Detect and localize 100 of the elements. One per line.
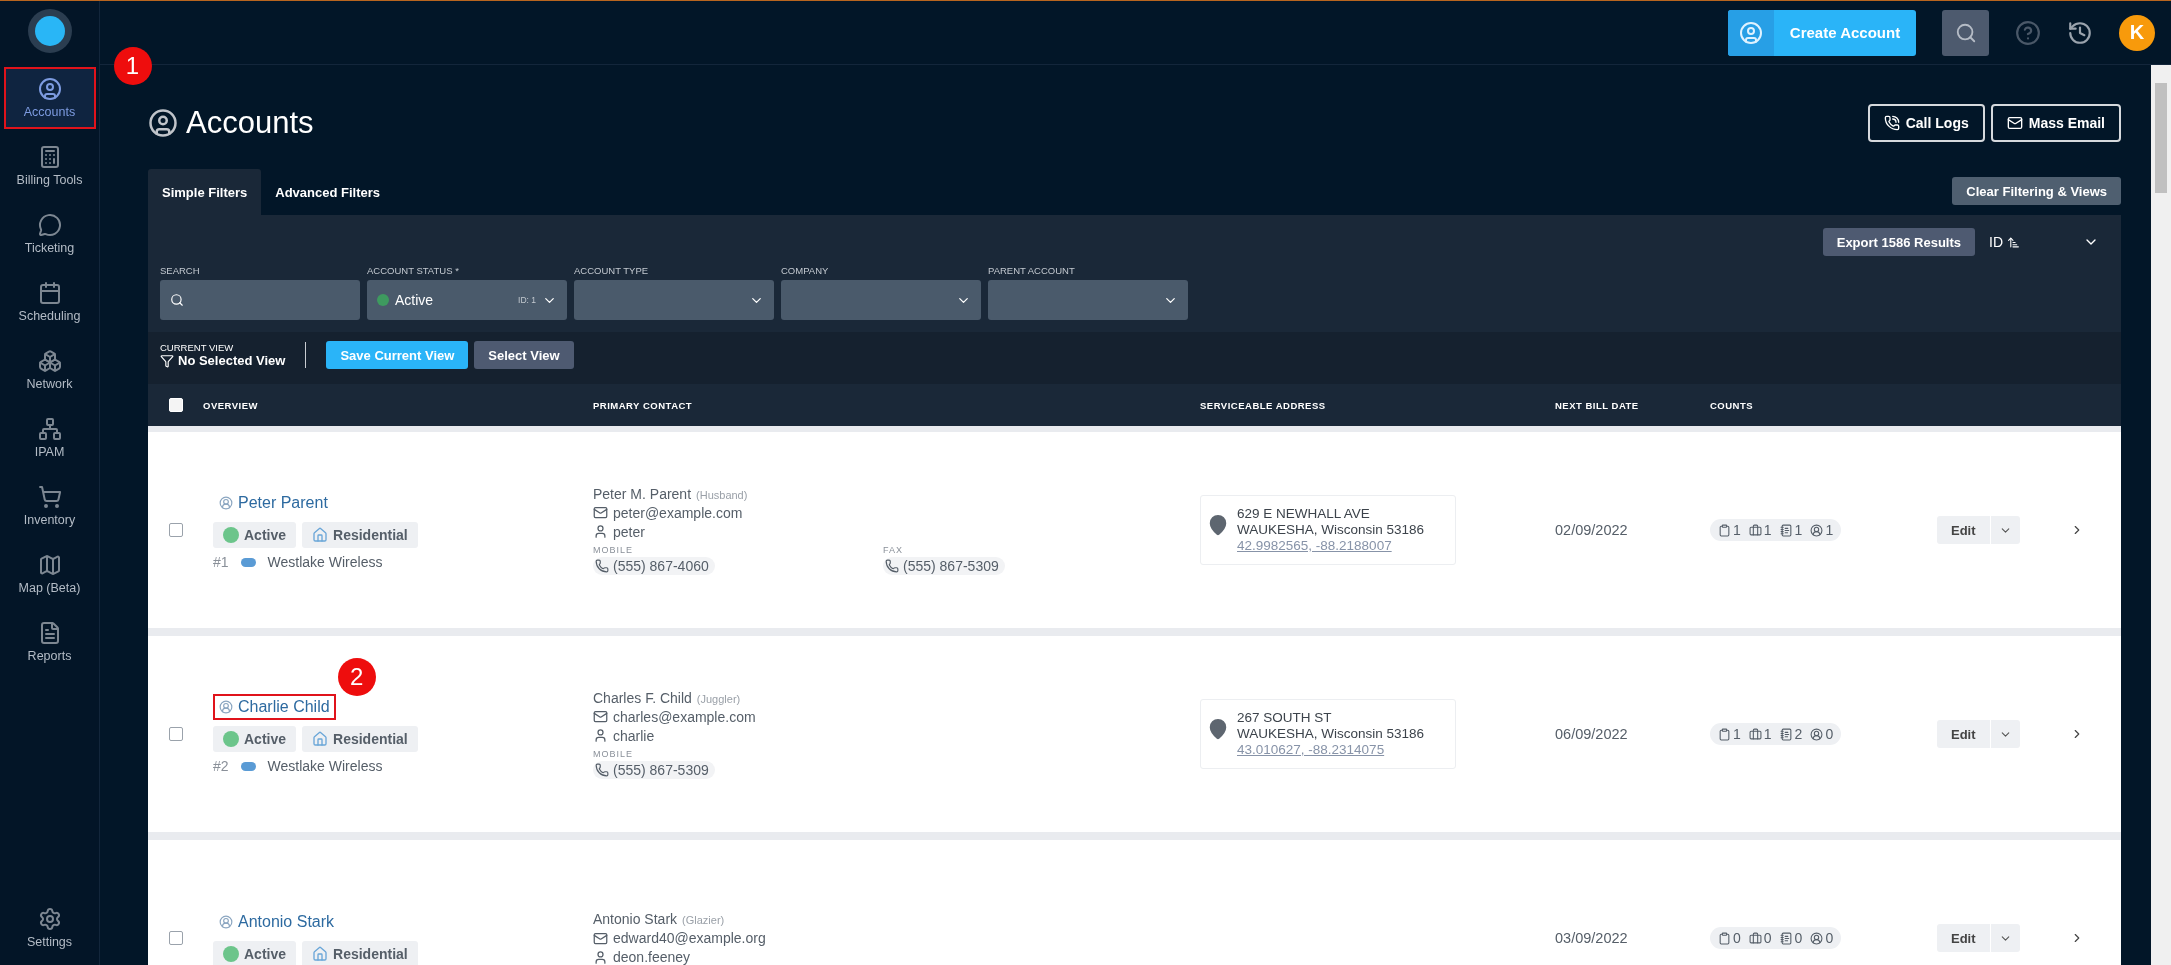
cart-icon [37, 485, 62, 509]
user-circle-icon [219, 496, 233, 510]
calendar-icon [37, 281, 62, 305]
house-icon [312, 527, 329, 543]
contact-email: peter@example.com [613, 504, 743, 521]
filter-icon [160, 353, 174, 368]
count-value: 1 [1763, 726, 1772, 742]
sidebar-item[interactable]: Network [3, 339, 96, 401]
field-label: PARENT ACCOUNT [988, 265, 1076, 276]
column-header: NEXT BILL DATE [1555, 399, 1640, 411]
count-value: 0 [1733, 930, 1741, 946]
history-icon[interactable] [2067, 19, 2093, 46]
select-view-button[interactable]: Select View [474, 341, 574, 369]
clipboard-icon [1718, 931, 1731, 945]
sidebar-item[interactable]: Ticketing [3, 203, 96, 265]
notepad-icon [1779, 931, 1793, 945]
sort-label[interactable]: ID [1989, 234, 2003, 250]
search-field[interactable] [160, 280, 360, 320]
select-field[interactable] [781, 280, 981, 320]
search-button[interactable] [1942, 9, 1989, 56]
person-icon [1739, 20, 1763, 45]
toggle-icon [240, 761, 256, 771]
type-tag: Residential [302, 726, 418, 752]
edit-button[interactable]: Edit [1937, 720, 1990, 748]
address-line: 629 E NEWHALL AVE [1237, 506, 1371, 522]
account-name-link[interactable]: Antonio Stark [213, 909, 341, 935]
sort-icon[interactable] [2007, 235, 2020, 249]
field-label: SEARCH [160, 265, 201, 276]
account-name-link[interactable]: Peter Parent [213, 490, 334, 516]
mass-email-button[interactable]: Mass Email [1990, 104, 2121, 142]
status-tag: Active [213, 726, 297, 752]
bill-date: 02/09/2022 [1555, 522, 1629, 538]
person-icon [37, 77, 62, 101]
user-circle-icon [1810, 523, 1824, 537]
phone-label: FAX [883, 544, 903, 555]
contact-username: charlie [613, 727, 655, 744]
filter-tab[interactable]: Simple Filters [148, 169, 262, 215]
chat-icon [37, 213, 62, 237]
search-icon [170, 293, 184, 307]
status-tag: Active [213, 522, 297, 548]
count-value: 1 [1763, 522, 1772, 538]
count-value: 0 [1825, 930, 1834, 946]
count-value: 0 [1763, 930, 1772, 946]
bill-date: 06/09/2022 [1555, 726, 1629, 742]
phone-icon [595, 762, 609, 777]
select-field[interactable]: Active ID: 1 [367, 280, 567, 320]
status-dot [223, 731, 239, 747]
phone-icon [1883, 115, 1900, 131]
clipboard-icon [1718, 523, 1731, 537]
sidebar-item[interactable]: Billing Tools [3, 135, 96, 197]
sidebar-item[interactable]: Settings [3, 897, 96, 959]
company-name: Westlake Wireless [267, 554, 383, 570]
checkbox[interactable] [168, 523, 183, 537]
user-circle-icon [1810, 727, 1824, 741]
company-name: Westlake Wireless [267, 758, 383, 774]
column-header: OVERVIEW [203, 399, 260, 411]
filter-tab[interactable]: Advanced Filters [261, 169, 394, 215]
logo-icon[interactable] [27, 9, 72, 53]
phone-number: (555) 867-5309 [593, 760, 715, 779]
export-button[interactable]: Export 1586 Results [1822, 228, 1975, 256]
count-value: 1 [1825, 522, 1834, 538]
help-icon[interactable] [2015, 19, 2041, 46]
view-label: CURRENT VIEW [160, 342, 235, 353]
edit-button[interactable]: Edit [1937, 516, 1990, 544]
map-pin-icon [1207, 514, 1229, 536]
user-icon [593, 524, 608, 539]
count-value: 1 [1733, 522, 1741, 538]
mail-icon [593, 709, 608, 724]
settings-icon [37, 907, 62, 931]
status-dot [223, 527, 239, 543]
checkbox[interactable] [168, 727, 183, 741]
count-value: 1 [1733, 726, 1741, 742]
mail-icon [593, 930, 608, 946]
phone-number: (555) 867-5309 [883, 556, 1005, 575]
sidebar-item[interactable]: Map (Beta) [3, 543, 96, 605]
house-icon [312, 946, 329, 962]
status-dot [223, 946, 239, 962]
sidebar-item[interactable]: IPAM [3, 407, 96, 469]
edit-button[interactable]: Edit [1937, 924, 1990, 952]
briefcase-icon [1748, 931, 1762, 945]
network-icon [37, 417, 62, 441]
call-logs-button[interactable]: Call Logs [1867, 104, 1985, 142]
clear-filters-button[interactable]: Clear Filtering & Views [1952, 177, 2121, 205]
user-icon [593, 728, 608, 743]
house-icon [312, 731, 329, 747]
select-field[interactable] [574, 280, 774, 320]
field-label: ACCOUNT TYPE [574, 265, 650, 276]
sidebar-item[interactable]: Reports [3, 611, 96, 673]
account-number: #1 [213, 554, 229, 570]
field-label: COMPANY [781, 265, 830, 276]
user-circle-icon [219, 915, 233, 929]
select-field[interactable] [988, 280, 1188, 320]
notepad-icon [1779, 727, 1793, 741]
sidebar-item[interactable]: Inventory [3, 475, 96, 537]
contact-username: deon.feeney [613, 949, 691, 965]
contact-name: Peter M. Parent (Husband) [593, 485, 749, 502]
sidebar-item[interactable]: Scheduling [3, 271, 96, 333]
contact-email: edward40@example.org [613, 930, 766, 946]
scrollbar[interactable] [2151, 65, 2171, 965]
checkbox[interactable] [168, 931, 183, 945]
